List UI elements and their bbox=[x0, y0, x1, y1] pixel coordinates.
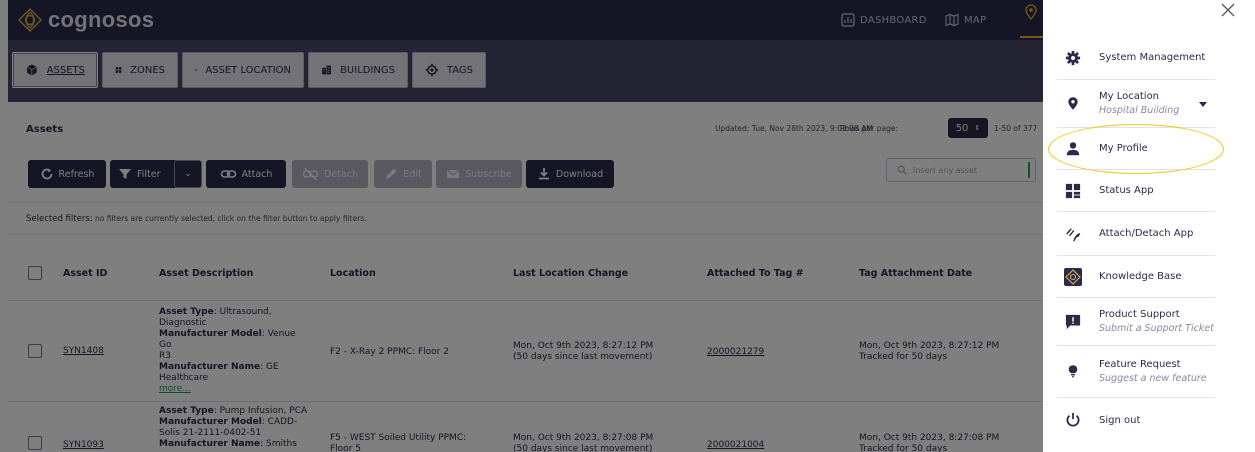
menu-item-system-management[interactable]: System Management bbox=[1057, 36, 1215, 80]
menu-item-status-app[interactable]: Status App bbox=[1057, 170, 1215, 212]
menu-label: Feature Request bbox=[1099, 359, 1181, 370]
menu-text: My Location Hospital Building bbox=[1099, 91, 1179, 116]
menu-item-sign-out[interactable]: Sign out bbox=[1057, 398, 1215, 442]
power-icon bbox=[1064, 411, 1082, 429]
menu-label: Knowledge Base bbox=[1099, 271, 1182, 282]
support-chat-icon bbox=[1064, 313, 1082, 331]
menu-item-product-support[interactable]: Product Support Submit a Support Ticket bbox=[1057, 298, 1215, 346]
menu-text: Feature Request Suggest a new feature bbox=[1099, 359, 1207, 384]
knowledge-base-icon bbox=[1064, 267, 1082, 286]
status-grid-icon bbox=[1064, 182, 1082, 200]
menu-item-feature-request[interactable]: Feature Request Suggest a new feature bbox=[1057, 346, 1215, 398]
location-pin-icon bbox=[1064, 95, 1082, 113]
menu-label: My Location bbox=[1099, 91, 1160, 102]
attach-detach-icon bbox=[1064, 225, 1082, 243]
menu-label: Sign out bbox=[1099, 414, 1141, 426]
gear-icon bbox=[1064, 49, 1082, 67]
menu-sublabel: Suggest a new feature bbox=[1099, 373, 1207, 384]
menu-label: Attach/Detach App bbox=[1099, 228, 1194, 239]
menu-item-knowledge-base[interactable]: Knowledge Base bbox=[1057, 256, 1215, 298]
menu-label: Product Support bbox=[1099, 309, 1180, 320]
modal-backdrop[interactable] bbox=[0, 0, 1043, 452]
lightbulb-icon bbox=[1064, 363, 1082, 381]
menu-item-attach-detach-app[interactable]: Attach/Detach App bbox=[1057, 212, 1215, 256]
menu-text: Product Support Submit a Support Ticket bbox=[1099, 309, 1214, 334]
menu-sublabel: Submit a Support Ticket bbox=[1099, 323, 1214, 334]
location-dropdown-caret-icon[interactable] bbox=[1199, 102, 1207, 107]
menu-label: System Management bbox=[1099, 52, 1206, 63]
menu-item-my-location[interactable]: My Location Hospital Building bbox=[1057, 80, 1215, 128]
menu-label: Status App bbox=[1099, 185, 1154, 196]
close-icon[interactable] bbox=[1218, 2, 1238, 22]
highlight-annotation bbox=[1048, 124, 1224, 174]
menu-sublabel: Hospital Building bbox=[1099, 105, 1180, 116]
